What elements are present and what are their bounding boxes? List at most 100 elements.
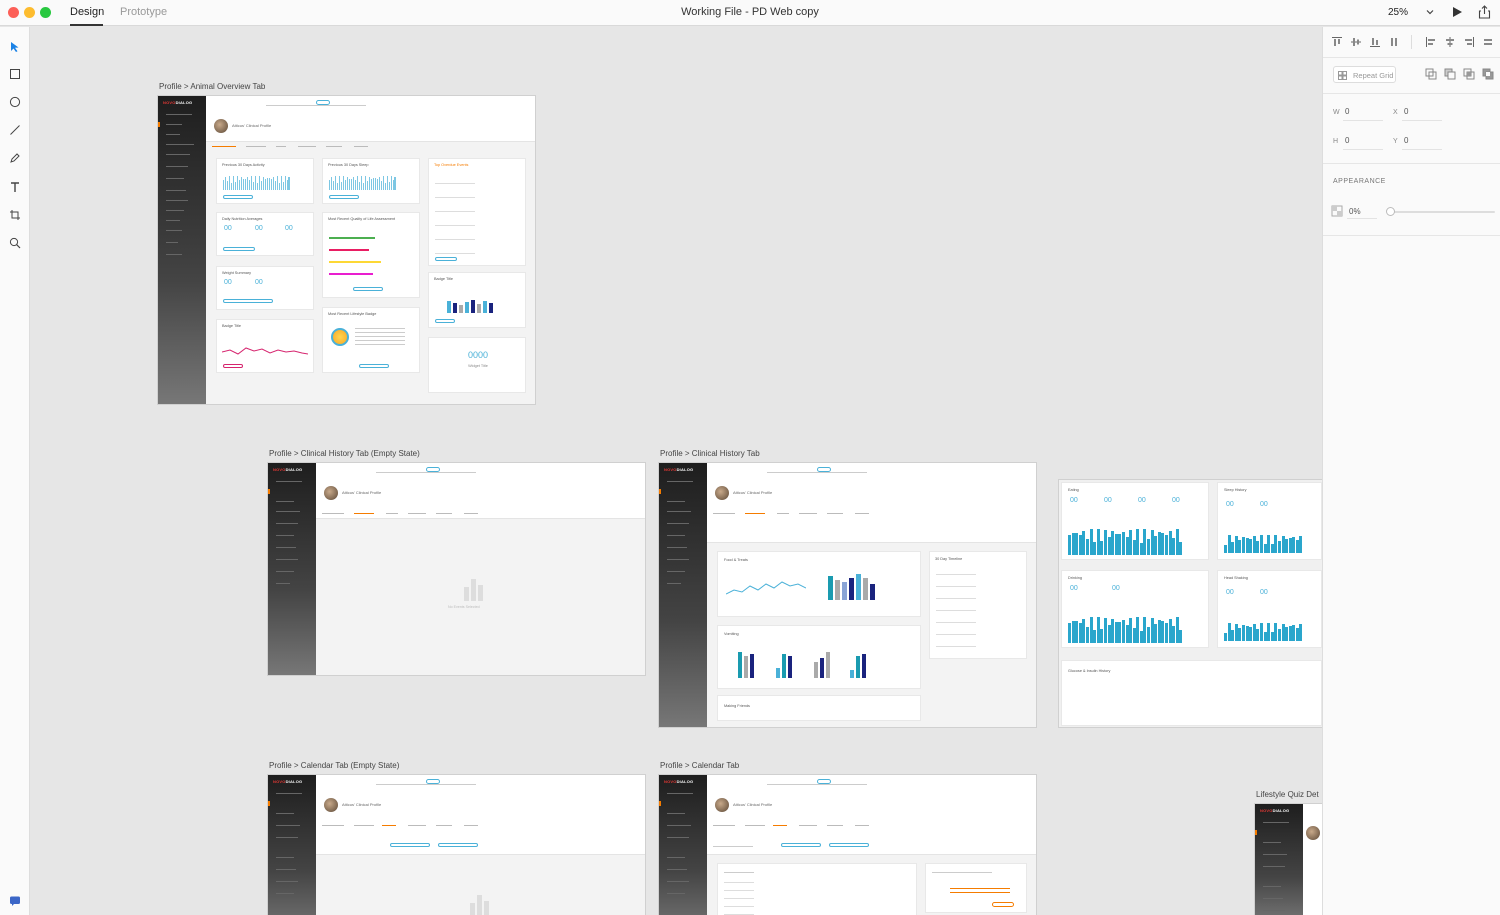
artboard-calendar-empty[interactable]: NOVODIALOG Atticus' Clinical Profile [268, 775, 645, 915]
zoom-icon[interactable] [7, 235, 23, 251]
tab-prototype[interactable]: Prototype [120, 6, 167, 18]
mini-bar [1231, 542, 1235, 553]
mini-bar [1107, 537, 1111, 555]
mini-bar [1082, 530, 1086, 555]
mini-bar [1227, 535, 1231, 553]
artboard-label[interactable]: Profile > Calendar Tab (Empty State) [269, 761, 399, 770]
mini-bar [1085, 626, 1089, 643]
pen-icon[interactable] [7, 150, 23, 166]
mini-bar [1168, 530, 1172, 555]
align-bottom-icon[interactable] [1369, 36, 1381, 48]
mini-bar [1150, 618, 1154, 643]
mini-bar [1075, 620, 1079, 643]
mini-bar [1139, 542, 1143, 555]
opacity-slider[interactable] [1389, 211, 1495, 213]
mini-bar [394, 177, 396, 190]
align-right-icon[interactable] [1463, 36, 1475, 48]
chat-icon[interactable] [7, 893, 23, 909]
width-input[interactable]: 0 [1345, 107, 1349, 116]
mini-bar [1252, 624, 1256, 641]
align-left-icon[interactable] [1425, 36, 1437, 48]
height-input[interactable]: 0 [1345, 136, 1349, 145]
mini-bar [1082, 618, 1086, 643]
mini-bar [1263, 543, 1267, 553]
mini-bar [1093, 542, 1097, 555]
close-window-button[interactable] [8, 7, 19, 18]
align-top-icon[interactable] [1331, 36, 1343, 48]
mini-bar [1111, 531, 1115, 555]
align-center-icon[interactable] [1444, 36, 1456, 48]
artboard-clinical[interactable]: NOVODIALOG Atticus' Clinical Profile Foo… [659, 463, 1036, 727]
y-input[interactable]: 0 [1404, 136, 1408, 145]
mini-bar [1252, 536, 1256, 553]
repeat-grid-button[interactable]: Repeat Grid [1333, 66, 1396, 83]
mini-bar [1071, 532, 1075, 555]
mini-bar [1172, 537, 1176, 555]
profile-title: Atticus' Clinical Profile [232, 123, 272, 128]
select-icon[interactable] [7, 39, 23, 55]
distribute-horizontal-icon[interactable] [1482, 36, 1494, 48]
align-middle-icon[interactable] [1350, 36, 1362, 48]
boolean-intersect-icon[interactable] [1463, 68, 1475, 80]
line-icon[interactable] [7, 122, 23, 138]
mini-bar [1147, 539, 1151, 555]
height-label: H [1333, 138, 1339, 145]
boolean-subtract-icon[interactable] [1444, 68, 1456, 80]
mini-bar [1292, 537, 1296, 553]
mini-bar [1292, 625, 1296, 641]
artboard-icon[interactable] [7, 207, 23, 223]
opacity-slider-handle[interactable] [1386, 207, 1395, 216]
head-shaking-bars [1224, 621, 1303, 641]
sleep-history-bars [1224, 533, 1303, 553]
mini-bar [1118, 621, 1122, 643]
artboard-label[interactable]: Profile > Animal Overview Tab [159, 82, 265, 91]
zoom-window-button[interactable] [40, 7, 51, 18]
chevron-down-icon[interactable] [1426, 8, 1434, 16]
profile-header-mock: Atticus' Clinical Profile [206, 96, 535, 147]
rectangle-icon[interactable] [7, 66, 23, 82]
mini-bar [1285, 627, 1289, 641]
artboard-history-charts[interactable]: Eating 00 00 00 00 Sleep History 00 00 D… [1059, 480, 1322, 727]
minimize-window-button[interactable] [24, 7, 35, 18]
artboard-label[interactable]: Profile > Calendar Tab [660, 761, 739, 770]
artboard-clinical-empty[interactable]: NOVODIALOG Atticus' Clinical Profile No … [268, 463, 645, 675]
artboard-calendar[interactable]: NOVODIALOG Atticus' Clinical Profile [659, 775, 1036, 915]
mini-bar [1249, 538, 1253, 553]
mini-bar [1096, 529, 1100, 555]
mini-bar [1068, 623, 1071, 643]
distribute-vertical-icon[interactable] [1388, 36, 1400, 48]
eating-bars [1068, 527, 1183, 555]
artboard-label[interactable]: Profile > Clinical History Tab (Empty St… [269, 449, 420, 458]
artboard-label[interactable]: Lifestyle Quiz Det [1256, 790, 1319, 799]
mini-bar [1103, 529, 1107, 555]
ellipse-icon[interactable] [7, 94, 23, 110]
x-input[interactable]: 0 [1404, 107, 1408, 116]
design-canvas[interactable]: Profile > Animal Overview Tab NOVODIALOG… [30, 27, 1322, 915]
mini-bar [1274, 535, 1278, 553]
zoom-level[interactable]: 25% [1388, 7, 1408, 18]
mini-bar [1114, 622, 1118, 643]
mini-bar [1157, 620, 1161, 643]
tab-design[interactable]: Design [70, 6, 104, 18]
text-icon[interactable] [7, 179, 23, 195]
mini-bar [1165, 622, 1169, 643]
mini-bar [1111, 619, 1115, 643]
mini-bar [1089, 617, 1093, 643]
artboard-animal-overview[interactable]: NOVODIALOG Atticus' Clinical Profile Pre… [158, 96, 535, 404]
mini-bar [1154, 623, 1158, 643]
share-icon[interactable] [1478, 5, 1491, 19]
boolean-exclude-icon[interactable] [1482, 68, 1494, 80]
mini-bar [1161, 533, 1165, 555]
title-bar: Design Prototype Working File - PD Web c… [0, 0, 1500, 26]
boolean-add-icon[interactable] [1425, 68, 1437, 80]
active-tab-indicator [70, 24, 103, 26]
artboard-lifestyle-quiz[interactable]: NOVODIALOG [1255, 804, 1322, 915]
mini-bar [1234, 535, 1238, 553]
artboard-label[interactable]: Profile > Clinical History Tab [660, 449, 760, 458]
play-icon[interactable] [1451, 6, 1463, 18]
opacity-input[interactable]: 0% [1349, 207, 1361, 216]
mini-bar [1281, 536, 1285, 553]
mini-bar [1270, 631, 1274, 641]
mini-bar [1175, 529, 1179, 555]
empty-state-text: No Events Selected [448, 605, 480, 609]
